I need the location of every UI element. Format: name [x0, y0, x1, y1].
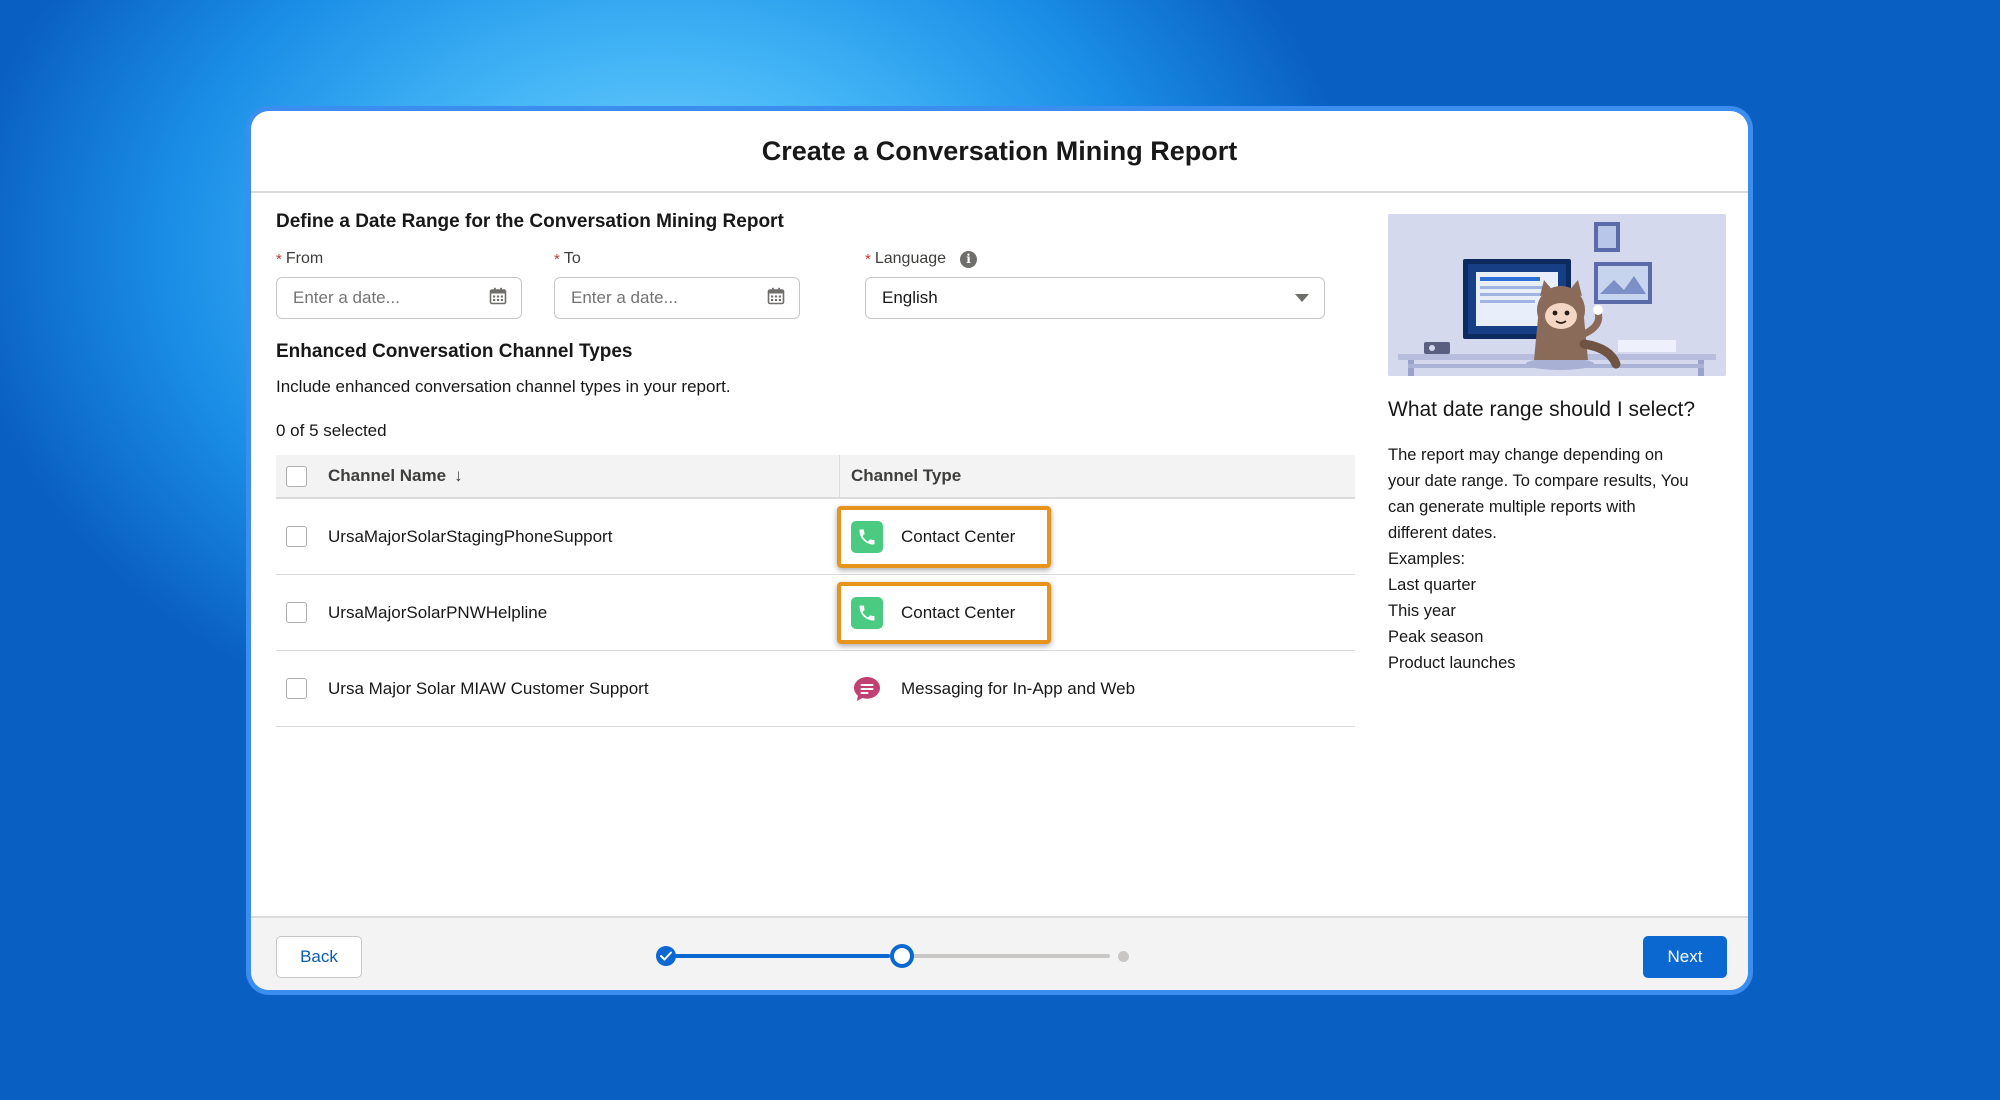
selection-count: 0 of 5 selected — [276, 421, 387, 440]
row-checkbox[interactable] — [286, 678, 307, 699]
channel-name-cell: Ursa Major Solar MIAW Customer Support — [276, 678, 840, 699]
channel-name-cell: UrsaMajorSolarStagingPhoneSupport — [276, 526, 840, 547]
channel-name: UrsaMajorSolarPNWHelpline — [328, 602, 548, 622]
table-row: UrsaMajorSolarPNWHelpline Contact Center — [276, 575, 1355, 651]
from-placeholder: Enter a date... — [293, 288, 400, 307]
help-line: Last quarter — [1388, 576, 1477, 594]
progress-fill — [670, 954, 890, 958]
modal-footer: Back Next — [251, 916, 1748, 990]
report-modal: Create a Conversation Mining Report Defi… — [251, 111, 1748, 990]
table-row: UrsaMajorSolarStagingPhoneSupport Contac… — [276, 499, 1355, 575]
help-line: Product launches — [1388, 654, 1516, 672]
column-channel-type[interactable]: Channel Type — [840, 466, 961, 486]
required-mark: * — [865, 250, 871, 268]
step-upcoming[interactable] — [1118, 951, 1129, 962]
language-label: * Language i — [865, 247, 1325, 271]
language-field: * Language i English — [865, 247, 1325, 319]
from-field: * From Enter a date... — [276, 247, 522, 319]
from-label-text: From — [285, 250, 324, 267]
channel-table: Channel Name ↓ Channel Type UrsaMajorSol… — [276, 455, 1355, 727]
channel-type-cell: Contact Center — [837, 575, 1051, 650]
to-date-input[interactable]: Enter a date... — [554, 277, 800, 319]
language-label-text: Language — [874, 250, 947, 267]
channel-type-cell: Contact Center — [837, 499, 1051, 574]
help-line: The report may change depending on — [1388, 446, 1664, 464]
help-line: different dates. — [1388, 524, 1497, 542]
main-content: Define a Date Range for the Conversation… — [276, 211, 1376, 727]
help-line: Peak season — [1388, 628, 1484, 646]
channel-name: UrsaMajorSolarStagingPhoneSupport — [328, 526, 613, 546]
help-line: Examples: — [1388, 550, 1466, 568]
table-row: Ursa Major Solar MIAW Customer Support M… — [276, 651, 1355, 727]
progress-indicator — [656, 944, 1136, 968]
date-field-row: * From Enter a date... * To Enter a date… — [276, 247, 1376, 357]
calendar-icon[interactable] — [489, 287, 507, 310]
select-all-checkbox[interactable] — [286, 465, 307, 487]
help-line: This year — [1388, 602, 1456, 620]
highlight-box — [837, 506, 1051, 568]
table-header: Channel Name ↓ Channel Type — [276, 455, 1355, 499]
to-label: * To — [554, 247, 800, 271]
help-line: can generate multiple reports with — [1388, 498, 1636, 516]
row-checkbox[interactable] — [286, 526, 307, 547]
row-checkbox[interactable] — [286, 602, 307, 623]
column-channel-name-label: Channel Name — [328, 466, 447, 485]
next-button[interactable]: Next — [1643, 936, 1727, 978]
to-placeholder: Enter a date... — [571, 288, 678, 307]
help-panel: What date range should I select? The rep… — [1388, 214, 1728, 676]
modal-title: Create a Conversation Mining Report — [761, 135, 1238, 166]
help-line: your date range. To compare results, You — [1388, 472, 1689, 490]
required-mark: * — [276, 250, 282, 268]
from-date-input[interactable]: Enter a date... — [276, 277, 522, 319]
modal-header: Create a Conversation Mining Report — [251, 111, 1748, 193]
date-section-title: Define a Date Range for the Conversation… — [276, 211, 784, 232]
from-label: * From — [276, 247, 522, 271]
help-text: The report may change depending on your … — [1388, 442, 1728, 676]
sort-arrow-icon[interactable]: ↓ — [454, 466, 463, 486]
chat-bubble-icon — [851, 673, 883, 705]
channel-type-cell: Messaging for In-App and Web — [840, 651, 1135, 726]
to-field: * To Enter a date... — [554, 247, 800, 319]
calendar-icon[interactable] — [767, 287, 785, 310]
step-current[interactable] — [890, 944, 914, 968]
help-title: What date range should I select? — [1388, 398, 1696, 421]
astro-illustration — [1388, 214, 1726, 376]
chevron-down-icon[interactable] — [1294, 288, 1310, 308]
highlight-box — [837, 582, 1051, 644]
column-channel-name[interactable]: Channel Name ↓ — [276, 455, 840, 497]
info-icon[interactable]: i — [960, 250, 978, 268]
language-select[interactable]: English — [865, 277, 1325, 319]
channel-type-chip: Messaging for In-App and Web — [851, 673, 1135, 705]
required-mark: * — [554, 250, 560, 268]
channel-name: Ursa Major Solar MIAW Customer Support — [328, 678, 649, 698]
to-label-text: To — [563, 250, 581, 267]
channel-section-description: Include enhanced conversation channel ty… — [276, 377, 731, 396]
back-button[interactable]: Back — [276, 936, 362, 978]
channel-type-label: Messaging for In-App and Web — [901, 678, 1136, 698]
step-completed-check-icon[interactable] — [656, 946, 676, 966]
channel-name-cell: UrsaMajorSolarPNWHelpline — [276, 602, 840, 623]
language-selected-value: English — [882, 288, 938, 307]
